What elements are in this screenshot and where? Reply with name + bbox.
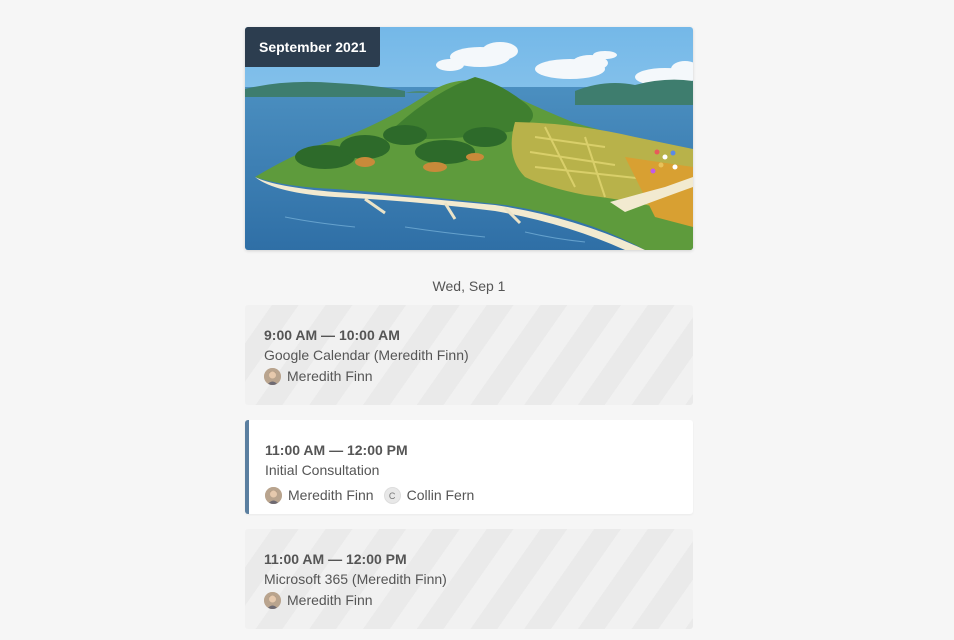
attendee-name: Meredith Finn bbox=[287, 592, 373, 608]
event-card-booked[interactable]: 11:00 AM — 12:00 PM Initial Consultation… bbox=[245, 420, 693, 514]
attendee: Meredith Finn bbox=[264, 367, 373, 385]
event-title: Initial Consultation bbox=[265, 462, 380, 478]
month-badge: September 2021 bbox=[245, 27, 381, 67]
schedule-column: September 2021 Wed, Sep 1 9:00 AM — 10:0… bbox=[245, 27, 693, 629]
month-hero-banner: September 2021 bbox=[245, 27, 693, 250]
event-title: Google Calendar (Meredith Finn) bbox=[264, 347, 469, 363]
event-card-busy[interactable]: 11:00 AM — 12:00 PM Microsoft 365 (Mered… bbox=[245, 529, 693, 629]
event-time: 11:00 AM — 12:00 PM bbox=[264, 551, 407, 567]
attendee: Meredith Finn bbox=[265, 486, 374, 504]
event-card-busy[interactable]: 9:00 AM — 10:00 AM Google Calendar (Mere… bbox=[245, 305, 693, 405]
attendee-name: Collin Fern bbox=[406, 487, 475, 503]
attendee: C Collin Fern bbox=[383, 486, 475, 504]
attendee: Meredith Finn bbox=[264, 591, 373, 609]
event-time: 9:00 AM — 10:00 AM bbox=[264, 327, 400, 343]
attendee-list: Meredith Finn C Collin Fern bbox=[265, 486, 674, 504]
event-time: 11:00 AM — 12:00 PM bbox=[265, 442, 408, 458]
attendee-name: Meredith Finn bbox=[287, 368, 373, 384]
attendee-list: Meredith Finn bbox=[264, 591, 674, 609]
avatar bbox=[264, 591, 281, 609]
attendee-list: Meredith Finn bbox=[264, 367, 674, 385]
avatar-initial: C bbox=[383, 486, 401, 504]
avatar bbox=[264, 367, 281, 385]
avatar bbox=[265, 486, 282, 504]
day-header: Wed, Sep 1 bbox=[432, 278, 506, 294]
attendee-name: Meredith Finn bbox=[288, 487, 374, 503]
event-title: Microsoft 365 (Meredith Finn) bbox=[264, 571, 447, 587]
